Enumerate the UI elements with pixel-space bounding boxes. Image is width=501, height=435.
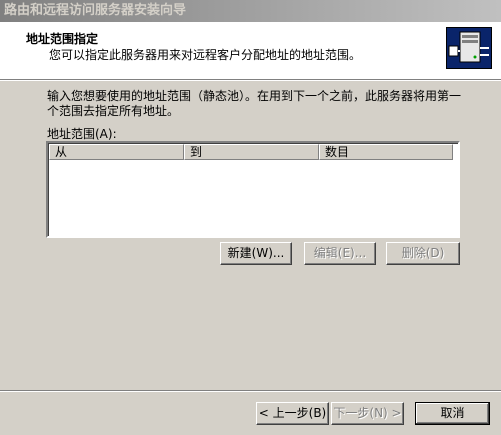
address-range-label: 地址范围(A): <box>47 127 117 141</box>
new-range-button[interactable]: 新建(W)... <box>220 242 292 265</box>
back-button[interactable]: < 上一步(B) <box>256 402 329 425</box>
instruction-text: 输入您想要使用的地址范围（静态池）。在用到下一个之前，此服务器将用第一个范围去指… <box>47 89 462 118</box>
wizard-header: 地址范围指定 您可以指定此服务器用来对远程客户分配地址的地址范围。 <box>0 22 501 79</box>
column-from[interactable]: 从 <box>49 144 184 160</box>
page-subtitle: 您可以指定此服务器用来对远程客户分配地址的地址范围。 <box>49 48 362 62</box>
address-range-list[interactable]: 从 到 数目 <box>46 141 460 238</box>
page-title: 地址范围指定 <box>26 32 99 46</box>
delete-range-button[interactable]: 删除(D) <box>386 242 460 265</box>
column-to[interactable]: 到 <box>184 144 319 160</box>
column-count[interactable]: 数目 <box>319 144 453 160</box>
window-title: 路由和远程访问服务器安装向导 <box>0 0 501 22</box>
edit-range-button[interactable]: 编辑(E)... <box>304 242 376 265</box>
next-button[interactable]: 下一步(N) > <box>331 402 404 425</box>
list-header: 从 到 数目 <box>49 144 458 160</box>
cancel-button[interactable]: 取消 <box>415 402 490 425</box>
server-network-icon <box>446 27 492 69</box>
